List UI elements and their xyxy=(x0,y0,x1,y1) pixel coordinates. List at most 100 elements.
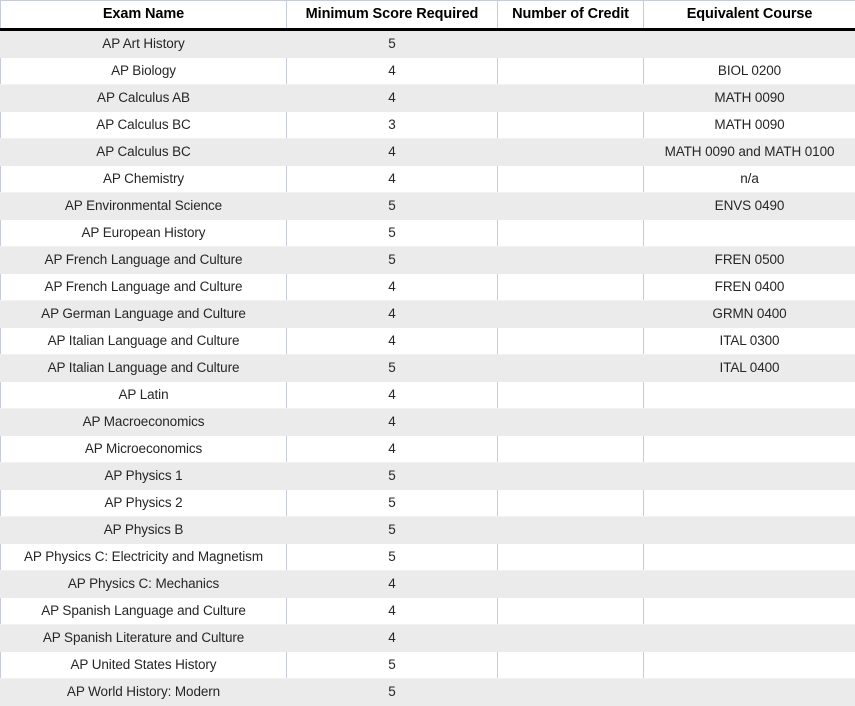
cell-num-credit xyxy=(498,139,644,166)
table-row: AP Physics C: Mechanics4 xyxy=(1,571,855,598)
table-row: AP Environmental Science5ENVS 0490 xyxy=(1,193,855,220)
cell-exam-name: AP Calculus BC xyxy=(1,139,287,166)
cell-num-credit xyxy=(498,220,644,247)
cell-exam-name: AP World History: Modern xyxy=(1,679,287,706)
table-row: AP Calculus AB4MATH 0090 xyxy=(1,85,855,112)
cell-equiv-course xyxy=(644,598,855,625)
column-header-minimum-score-required: Minimum Score Required xyxy=(287,1,498,30)
cell-equiv-course: FREN 0500 xyxy=(644,247,855,274)
table-row: AP Physics 25 xyxy=(1,490,855,517)
cell-num-credit xyxy=(498,30,644,58)
cell-num-credit xyxy=(498,85,644,112)
cell-num-credit xyxy=(498,679,644,706)
table-row: AP French Language and Culture5 FREN 0500 xyxy=(1,247,855,274)
cell-equiv-course xyxy=(644,544,855,571)
table-row: AP Physics C: Electricity and Magnetism5 xyxy=(1,544,855,571)
cell-exam-name: AP Spanish Literature and Culture xyxy=(1,625,287,652)
ap-credit-table-container: Exam Name Minimum Score Required Number … xyxy=(0,0,855,677)
table-row: AP Physics B5 xyxy=(1,517,855,544)
cell-num-credit xyxy=(498,517,644,544)
cell-exam-name: AP Italian Language and Culture xyxy=(1,328,287,355)
cell-exam-name: AP Physics B xyxy=(1,517,287,544)
header-row: Exam Name Minimum Score Required Number … xyxy=(1,1,855,30)
table-row: AP Biology4BIOL 0200 xyxy=(1,58,855,85)
cell-num-credit xyxy=(498,112,644,139)
cell-exam-name: AP European History xyxy=(1,220,287,247)
cell-equiv-course xyxy=(644,382,855,409)
table-row: AP Calculus BC4 MATH 0090 and MATH 0100 xyxy=(1,139,855,166)
cell-num-credit xyxy=(498,58,644,85)
cell-equiv-course: FREN 0400 xyxy=(644,274,855,301)
cell-equiv-course: MATH 0090 xyxy=(644,112,855,139)
cell-min-score: 5 xyxy=(287,490,498,517)
table-row: AP Art History5 xyxy=(1,30,855,58)
cell-num-credit xyxy=(498,166,644,193)
cell-num-credit xyxy=(498,436,644,463)
cell-exam-name: AP French Language and Culture xyxy=(1,274,287,301)
cell-min-score: 5 xyxy=(287,544,498,571)
column-header-exam-name: Exam Name xyxy=(1,1,287,30)
cell-exam-name: AP Chemistry xyxy=(1,166,287,193)
cell-exam-name: AP Calculus BC xyxy=(1,112,287,139)
table-body: AP Art History5AP Biology4BIOL 0200AP Ca… xyxy=(1,30,855,706)
cell-num-credit xyxy=(498,490,644,517)
cell-equiv-course xyxy=(644,679,855,706)
cell-min-score: 5 xyxy=(287,247,498,274)
cell-exam-name: AP Physics 2 xyxy=(1,490,287,517)
cell-exam-name: AP Spanish Language and Culture xyxy=(1,598,287,625)
cell-equiv-course: n/a xyxy=(644,166,855,193)
cell-equiv-course: ENVS 0490 xyxy=(644,193,855,220)
cell-num-credit xyxy=(498,409,644,436)
cell-min-score: 4 xyxy=(287,274,498,301)
cell-num-credit xyxy=(498,544,644,571)
cell-equiv-course xyxy=(644,625,855,652)
cell-equiv-course xyxy=(644,652,855,679)
cell-exam-name: AP French Language and Culture xyxy=(1,247,287,274)
cell-num-credit xyxy=(498,301,644,328)
cell-exam-name: AP Macroeconomics xyxy=(1,409,287,436)
table-row: AP United States History5 xyxy=(1,652,855,679)
column-header-equivalent-course: Equivalent Course xyxy=(644,1,855,30)
table-row: AP Italian Language and Culture5ITAL 040… xyxy=(1,355,855,382)
cell-exam-name: AP Microeconomics xyxy=(1,436,287,463)
cell-min-score: 4 xyxy=(287,382,498,409)
cell-exam-name: AP Latin xyxy=(1,382,287,409)
column-header-number-of-credit: Number of Credit xyxy=(498,1,644,30)
cell-num-credit xyxy=(498,571,644,598)
table-row: AP Physics 15 xyxy=(1,463,855,490)
cell-min-score: 5 xyxy=(287,463,498,490)
cell-num-credit xyxy=(498,355,644,382)
table-header: Exam Name Minimum Score Required Number … xyxy=(1,1,855,30)
cell-exam-name: AP United States History xyxy=(1,652,287,679)
cell-min-score: 5 xyxy=(287,355,498,382)
cell-equiv-course xyxy=(644,436,855,463)
table-row: AP Latin4 xyxy=(1,382,855,409)
cell-num-credit xyxy=(498,652,644,679)
cell-exam-name: AP Physics C: Mechanics xyxy=(1,571,287,598)
cell-num-credit xyxy=(498,625,644,652)
table-row: AP German Language and Culture4 GRMN 0400 xyxy=(1,301,855,328)
cell-exam-name: AP German Language and Culture xyxy=(1,301,287,328)
cell-equiv-course: MATH 0090 and MATH 0100 xyxy=(644,139,855,166)
cell-min-score: 4 xyxy=(287,571,498,598)
cell-equiv-course: GRMN 0400 xyxy=(644,301,855,328)
table-row: AP Italian Language and Culture4ITAL 030… xyxy=(1,328,855,355)
cell-exam-name: AP Physics C: Electricity and Magnetism xyxy=(1,544,287,571)
cell-exam-name: AP Environmental Science xyxy=(1,193,287,220)
cell-equiv-course xyxy=(644,220,855,247)
cell-min-score: 4 xyxy=(287,328,498,355)
cell-exam-name: AP Physics 1 xyxy=(1,463,287,490)
cell-min-score: 5 xyxy=(287,679,498,706)
cell-min-score: 4 xyxy=(287,139,498,166)
cell-min-score: 4 xyxy=(287,598,498,625)
cell-min-score: 4 xyxy=(287,301,498,328)
cell-min-score: 4 xyxy=(287,166,498,193)
cell-equiv-course: MATH 0090 xyxy=(644,85,855,112)
cell-min-score: 4 xyxy=(287,625,498,652)
cell-exam-name: AP Italian Language and Culture xyxy=(1,355,287,382)
cell-min-score: 3 xyxy=(287,112,498,139)
cell-num-credit xyxy=(498,382,644,409)
cell-min-score: 5 xyxy=(287,30,498,58)
cell-equiv-course xyxy=(644,463,855,490)
cell-exam-name: AP Calculus AB xyxy=(1,85,287,112)
